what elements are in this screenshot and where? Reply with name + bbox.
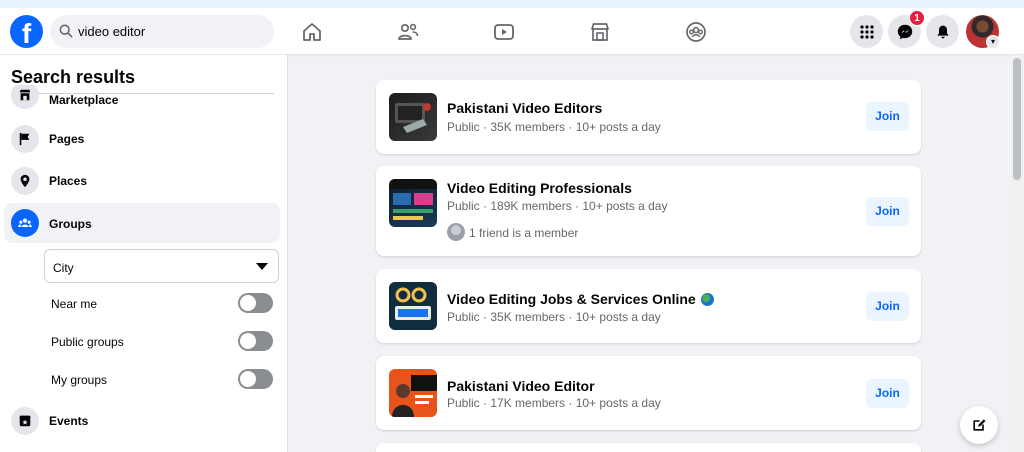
toggle-knob	[240, 371, 256, 387]
facebook-logo[interactable]: f	[10, 15, 43, 48]
group-thumbnail[interactable]	[389, 179, 437, 227]
group-meta: Public · 35K members · 10+ posts a day	[447, 120, 661, 134]
sidebar-item-label: Groups	[49, 217, 92, 231]
group-meta: Public · 35K members · 10+ posts a day	[447, 310, 661, 324]
join-button[interactable]: Join	[866, 197, 909, 226]
near-me-toggle[interactable]	[238, 293, 273, 313]
toggle-label-near-me: Near me	[51, 297, 98, 311]
my-groups-toggle[interactable]	[238, 369, 273, 389]
compose-icon	[973, 419, 986, 431]
sidebar-item-label: Places	[49, 174, 88, 188]
sidebar-item-pages[interactable]: Pages	[4, 120, 280, 160]
city-select[interactable]: City	[44, 249, 279, 283]
flag-icon	[11, 125, 39, 153]
join-button[interactable]: Join	[866, 292, 909, 321]
account-chevron-icon[interactable]: ▾	[986, 35, 1000, 49]
city-select-value: City	[53, 261, 74, 275]
sidebar-item-label: Marketplace	[49, 93, 119, 107]
group-name-text: Video Editing Jobs & Services Online	[447, 291, 696, 307]
sidebar-item-marketplace[interactable]: Marketplace	[4, 85, 280, 113]
group-meta: Public · 189K members · 10+ posts a day	[447, 199, 668, 213]
sidebar-item-label: Pages	[49, 132, 85, 146]
group-result-card[interactable]	[376, 443, 921, 452]
group-result-card[interactable]: Pakistani Video Editor Public · 17K memb…	[376, 356, 921, 430]
friends-member-text: 1 friend is a member	[469, 226, 579, 240]
search-box[interactable]	[50, 15, 274, 48]
join-button[interactable]: Join	[866, 379, 909, 408]
messenger-badge: 1	[909, 10, 925, 26]
group-name[interactable]: Pakistani Video Editors	[447, 100, 602, 116]
search-input[interactable]	[78, 15, 268, 48]
friend-avatar	[447, 223, 465, 241]
join-button[interactable]: Join	[866, 102, 909, 131]
menu-grid-button[interactable]	[850, 15, 883, 48]
messenger-icon	[897, 24, 912, 39]
scrollbar-thumb[interactable]	[1013, 58, 1021, 180]
notifications-icon	[936, 25, 949, 38]
sidebar-item-groups[interactable]: Groups	[4, 203, 280, 243]
sidebar-item-events[interactable]: Events	[4, 402, 280, 442]
toggle-knob	[240, 333, 256, 349]
group-meta: Public · 17K members · 10+ posts a day	[447, 396, 661, 410]
search-results-sidebar: Search results Marketplace Pages Places …	[0, 55, 288, 452]
public-groups-toggle[interactable]	[238, 331, 273, 351]
friends-icon[interactable]	[396, 20, 420, 44]
group-thumbnail[interactable]	[389, 93, 437, 141]
sidebar-item-label: Events	[49, 414, 89, 428]
globe-emoji-icon	[700, 293, 714, 306]
video-icon[interactable]	[492, 20, 516, 44]
marketplace-icon[interactable]	[588, 20, 612, 44]
group-thumbnail[interactable]	[389, 369, 437, 417]
group-name[interactable]: Video Editing Professionals	[447, 180, 632, 196]
toggle-label-my-groups: My groups	[51, 373, 108, 387]
group-name[interactable]: Video Editing Jobs & Services Online	[447, 291, 714, 307]
dropdown-arrow-icon	[256, 263, 268, 270]
top-navigation-bar: f 1 ▾	[0, 8, 1024, 55]
new-message-button[interactable]	[960, 406, 998, 444]
toggle-label-public-groups: Public groups	[51, 335, 124, 349]
group-name[interactable]: Pakistani Video Editor	[447, 378, 595, 394]
shop-icon	[11, 85, 39, 109]
group-result-card[interactable]: Video Editing Professionals Public · 189…	[376, 166, 921, 256]
toggle-knob	[240, 295, 256, 311]
pin-icon	[11, 167, 39, 195]
group-result-card[interactable]: Video Editing Jobs & Services Online Pub…	[376, 269, 921, 343]
groups-icon	[11, 209, 39, 237]
groups-nav-icon[interactable]	[684, 20, 708, 44]
sidebar-item-places[interactable]: Places	[4, 162, 280, 202]
group-result-card[interactable]: Pakistani Video Editors Public · 35K mem…	[376, 80, 921, 154]
notifications-button[interactable]	[926, 15, 959, 48]
search-icon	[59, 24, 73, 38]
menu-grid-icon	[859, 24, 874, 39]
calendar-icon	[11, 407, 39, 435]
browser-top-strip	[0, 0, 1024, 8]
home-icon[interactable]	[300, 20, 324, 44]
group-thumbnail[interactable]	[389, 282, 437, 330]
